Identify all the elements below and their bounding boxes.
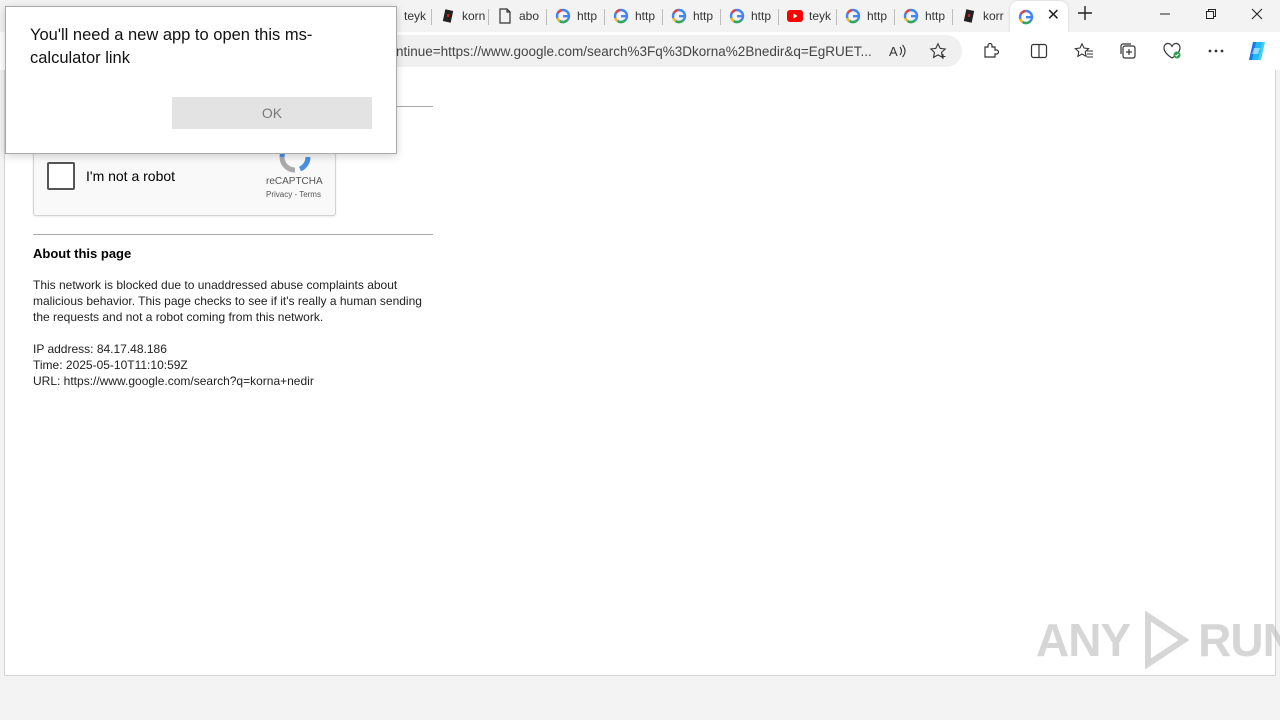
restore-icon (1206, 9, 1216, 19)
blocked-url: URL: https://www.google.com/search?q=kor… (33, 374, 314, 388)
read-aloud-icon[interactable]: A (887, 40, 909, 62)
tab-7-label: teyk (809, 9, 832, 23)
collections-icon[interactable] (1117, 40, 1139, 62)
tab-9-label: http (925, 9, 946, 23)
google-icon (729, 8, 745, 24)
plus-icon (1078, 6, 1092, 20)
copilot-icon[interactable] (1246, 40, 1268, 62)
recaptcha-label: I'm not a robot (86, 168, 176, 184)
middle-divider (33, 234, 433, 235)
document-icon (497, 8, 513, 24)
favorites-icon[interactable] (1073, 40, 1095, 62)
tab-3-label: http (577, 9, 598, 23)
split-screen-icon[interactable] (1028, 40, 1050, 62)
google-icon (671, 8, 687, 24)
recaptcha-brand: reCAPTCHA (266, 176, 323, 187)
close-icon (1251, 8, 1263, 20)
google-icon (1018, 9, 1034, 25)
close-tab-icon[interactable]: ✕ (1047, 8, 1060, 24)
extensions-icon[interactable] (980, 40, 1002, 62)
recaptcha-checkbox[interactable] (47, 162, 75, 190)
tab-4[interactable]: http (605, 3, 663, 29)
tab-4-label: http (635, 9, 656, 23)
tab-8-label: http (867, 9, 888, 23)
tab-9[interactable]: http (895, 3, 953, 29)
page-content: I'm not a robot reCAPTCHA Privacy - Term… (4, 70, 1276, 676)
about-description: This network is blocked due to unaddress… (33, 278, 422, 324)
watermark-left: ANY (1036, 614, 1131, 666)
tab-3[interactable]: http (547, 3, 605, 29)
roblox-icon (961, 8, 977, 24)
tab-6[interactable]: http (721, 3, 779, 29)
tab-10[interactable]: korr (953, 3, 1009, 29)
youtube-icon (787, 8, 803, 24)
tab-1[interactable]: korn (432, 3, 489, 29)
tab-2-label: abo (519, 9, 540, 23)
favorite-star-icon[interactable] (927, 40, 949, 62)
ip-address: IP address: 84.17.48.186 (33, 342, 167, 356)
close-window-button[interactable] (1234, 4, 1280, 28)
google-icon (613, 8, 629, 24)
tab-2[interactable]: abo (489, 3, 547, 29)
tab-active[interactable]: ✕ (1010, 1, 1068, 32)
tab-7[interactable]: teyk (779, 3, 837, 29)
tab-0-label: teyk (404, 9, 427, 23)
ok-button[interactable]: OK (172, 97, 372, 129)
roblox-icon (440, 8, 456, 24)
play-logo-icon (1145, 610, 1190, 670)
tab-1-label: korn (462, 9, 486, 23)
svg-text:A: A (889, 44, 898, 59)
recaptcha-privacy-terms[interactable]: Privacy - Terms (266, 190, 321, 199)
tab-8[interactable]: http (837, 3, 895, 29)
tab-6-label: http (751, 9, 772, 23)
more-options-icon[interactable] (1205, 40, 1227, 62)
anyrun-watermark: ANY RUN (1036, 608, 1280, 672)
google-icon (555, 8, 571, 24)
timestamp: Time: 2025-05-10T11:10:59Z (33, 358, 188, 372)
address-bar-url[interactable]: ntinue=https://www.google.com/search%3Fq… (396, 44, 876, 59)
dialog-message: You'll need a new app to open this ms-ca… (30, 26, 313, 67)
google-icon (845, 8, 861, 24)
about-heading: About this page (33, 246, 132, 261)
browser-essentials-icon[interactable] (1161, 40, 1183, 62)
watermark-right: RUN (1198, 614, 1280, 666)
new-tab-button[interactable] (1072, 4, 1098, 28)
google-icon (903, 8, 919, 24)
tab-10-label: korr (983, 9, 1004, 23)
tab-5-label: http (693, 9, 714, 23)
minimize-icon (1160, 13, 1170, 15)
minimize-button[interactable] (1142, 4, 1188, 28)
open-app-dialog: You'll need a new app to open this ms-ca… (5, 6, 397, 154)
restore-button[interactable] (1188, 4, 1234, 28)
tab-5[interactable]: http (663, 3, 721, 29)
